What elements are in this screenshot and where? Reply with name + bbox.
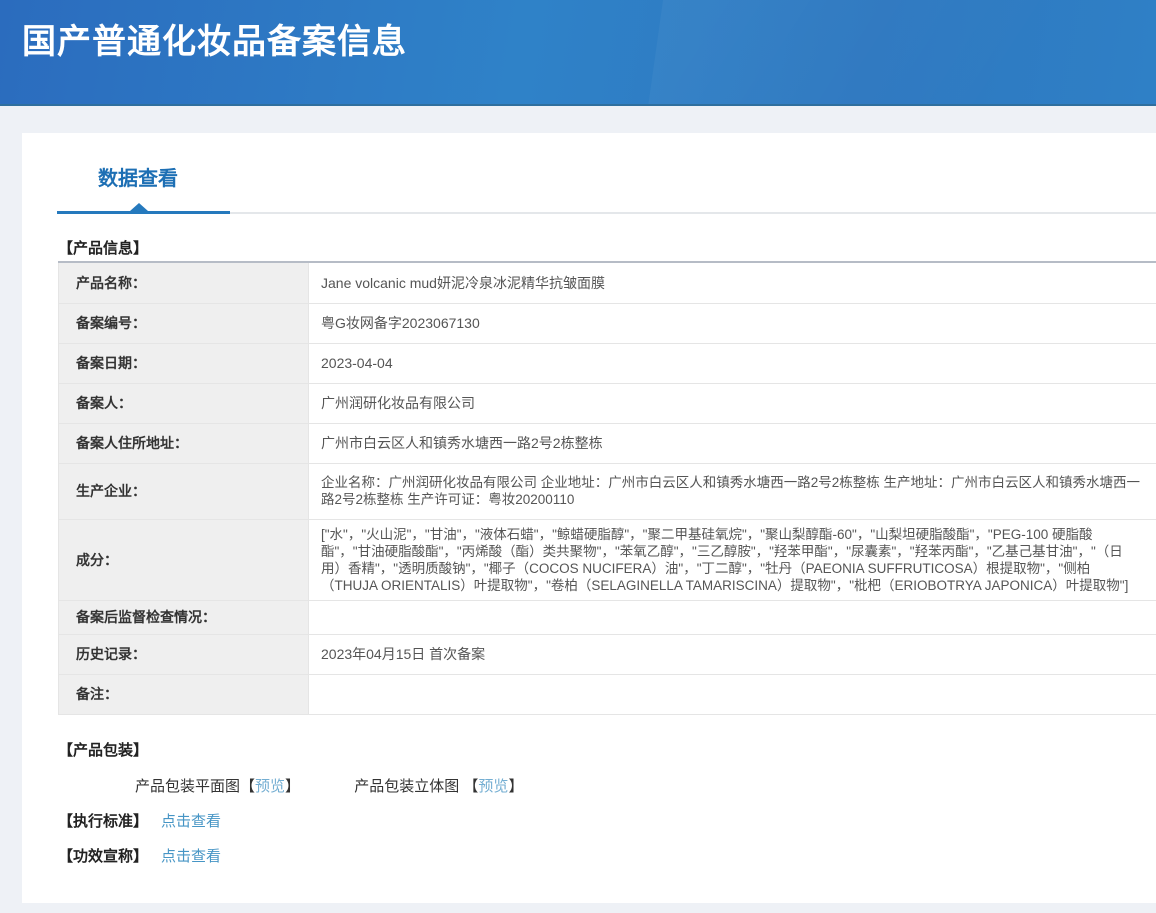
table-row-supervision-check: 备案后监督检查情况： (59, 600, 1156, 634)
row-label: 产品名称： (59, 262, 309, 303)
row-label: 成分： (59, 519, 309, 600)
row-value: 广州市白云区人和镇秀水塘西一路2号2栋整栋 (309, 423, 1156, 463)
packaging-flat-label: 产品包装平面图 (135, 778, 240, 795)
row-value (309, 600, 1156, 634)
packaging-stereo-preview-link[interactable]: 预览 (478, 778, 508, 795)
tab-bar: 数据查看 (22, 133, 1156, 214)
packaging-flat-preview-link[interactable]: 预览 (255, 778, 285, 795)
efficacy-claim-label: 【功效宣称】 (58, 848, 148, 865)
packaging-heading: 【产品包装】 (58, 739, 1156, 760)
efficacy-claim-row: 【功效宣称】点击查看 (58, 845, 1156, 866)
bracket-open: 【 (240, 778, 255, 795)
row-label: 历史记录： (59, 634, 309, 674)
row-value: 粤G妆网备字2023067130 (309, 303, 1156, 343)
packaging-row: 产品包装平面图【预览】 产品包装立体图 【预览】 (135, 775, 1156, 796)
content-card: 数据查看 【产品信息】 产品名称： Jane volcanic mud妍泥冷泉冰… (22, 133, 1156, 903)
bracket-open: 【 (463, 778, 478, 795)
execution-standard-row: 【执行标准】点击查看 (58, 810, 1156, 831)
packaging-stereo-label: 产品包装立体图 (354, 778, 463, 795)
table-row-record-number: 备案编号： 粤G妆网备字2023067130 (59, 303, 1156, 343)
page-title: 国产普通化妆品备案信息 (22, 14, 1156, 63)
tab-data-view[interactable]: 数据查看 (98, 162, 178, 191)
row-value (309, 674, 1156, 714)
row-label: 备案后监督检查情况： (59, 600, 309, 634)
row-value: ["水"，"火山泥"，"甘油"，"液体石蜡"，"鲸蜡硬脂醇"，"聚二甲基硅氧烷"… (309, 519, 1156, 600)
table-row-record-date: 备案日期： 2023-04-04 (59, 343, 1156, 383)
active-tab-arrow-icon (130, 203, 148, 211)
tab-underline (57, 206, 1156, 214)
packaging-stereo-item: 产品包装立体图 【预览】 (354, 778, 523, 795)
row-value: 企业名称：广州润研化妆品有限公司 企业地址：广州市白云区人和镇秀水塘西一路2号2… (309, 463, 1156, 519)
product-info-heading: 【产品信息】 (58, 237, 1156, 258)
row-label: 备案人住所地址： (59, 423, 309, 463)
row-label: 备案日期： (59, 343, 309, 383)
table-row-ingredients: 成分： ["水"，"火山泥"，"甘油"，"液体石蜡"，"鲸蜡硬脂醇"，"聚二甲基… (59, 519, 1156, 600)
efficacy-claim-view-link[interactable]: 点击查看 (161, 848, 221, 865)
row-value: 2023年04月15日 首次备案 (309, 634, 1156, 674)
packaging-flat-item: 产品包装平面图【预览】 (135, 778, 304, 795)
row-value: Jane volcanic mud妍泥冷泉冰泥精华抗皱面膜 (309, 262, 1156, 303)
page-footer: 本站由国家药品监督管理局主办 版权所有 Copyright © NMPA All… (0, 903, 1156, 913)
row-label: 备案编号： (59, 303, 309, 343)
execution-standard-label: 【执行标准】 (58, 813, 148, 830)
page-header: 国产普通化妆品备案信息 (0, 0, 1156, 106)
row-label: 备注： (59, 674, 309, 714)
table-row-registrant-address: 备案人住所地址： 广州市白云区人和镇秀水塘西一路2号2栋整栋 (59, 423, 1156, 463)
table-row-product-name: 产品名称： Jane volcanic mud妍泥冷泉冰泥精华抗皱面膜 (59, 262, 1156, 303)
table-row-manufacturer: 生产企业： 企业名称：广州润研化妆品有限公司 企业地址：广州市白云区人和镇秀水塘… (59, 463, 1156, 519)
bracket-close: 】 (508, 778, 523, 795)
table-row-registrant: 备案人： 广州润研化妆品有限公司 (59, 383, 1156, 423)
tab-data-view-label: 数据查看 (98, 168, 178, 190)
row-value: 广州润研化妆品有限公司 (309, 383, 1156, 423)
row-label: 生产企业： (59, 463, 309, 519)
table-row-remarks: 备注： (59, 674, 1156, 714)
execution-standard-view-link[interactable]: 点击查看 (161, 813, 221, 830)
row-value: 2023-04-04 (309, 343, 1156, 383)
bracket-close: 】 (285, 778, 300, 795)
product-info-table: 产品名称： Jane volcanic mud妍泥冷泉冰泥精华抗皱面膜 备案编号… (58, 261, 1156, 715)
active-tab-indicator (57, 211, 230, 214)
row-label: 备案人： (59, 383, 309, 423)
table-row-history: 历史记录： 2023年04月15日 首次备案 (59, 634, 1156, 674)
